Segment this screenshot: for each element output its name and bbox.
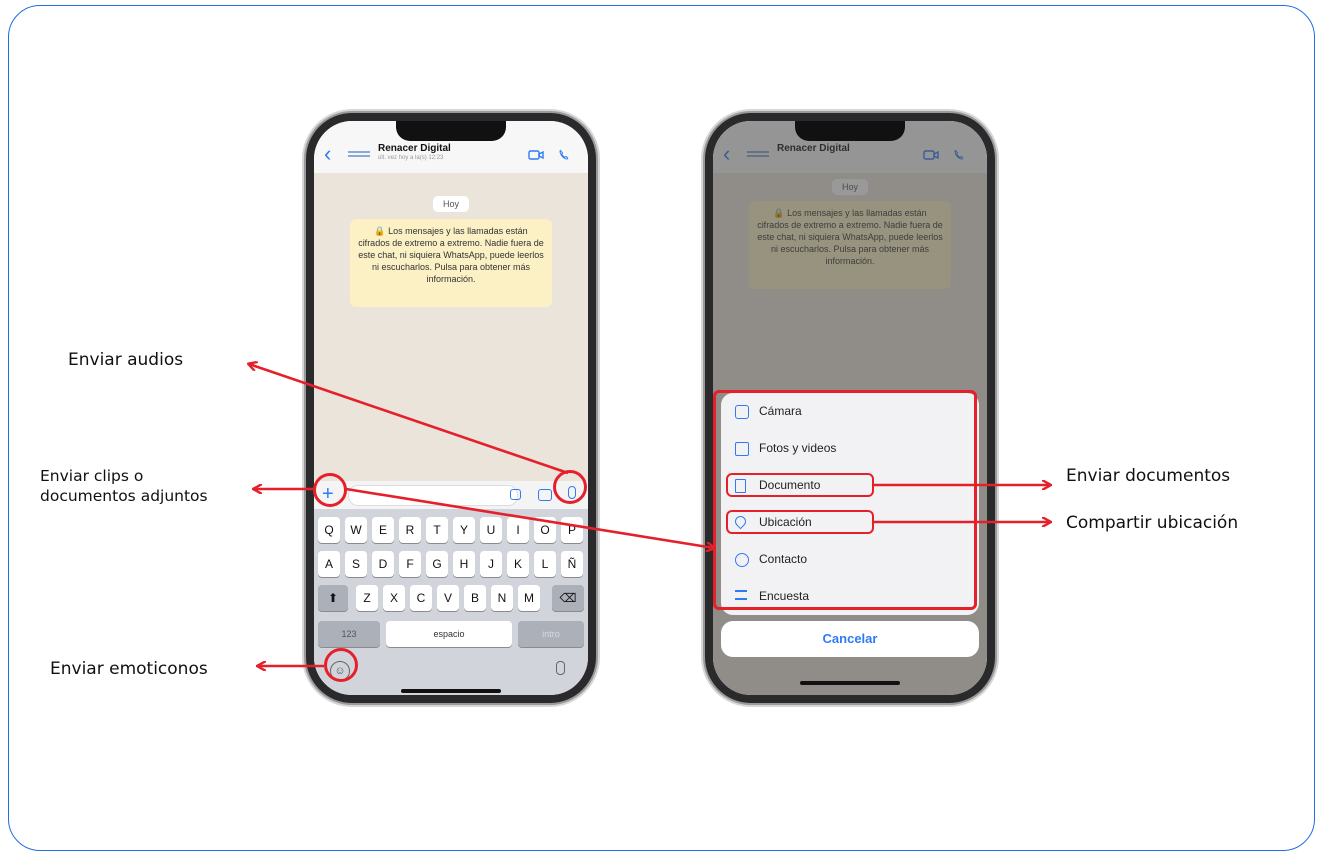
notch: [795, 121, 905, 141]
annotation-arrows: [0, 0, 1324, 856]
arrow-to-attach-menu: [345, 487, 714, 548]
notch: [396, 121, 506, 141]
arrow-to-audios: [249, 364, 569, 475]
